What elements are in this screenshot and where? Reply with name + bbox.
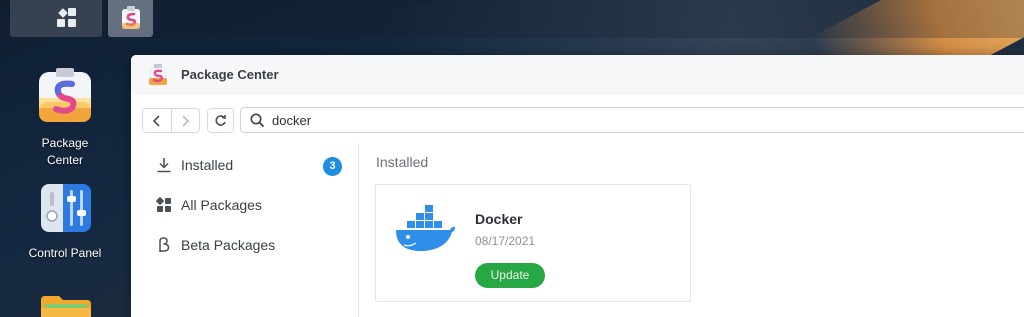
- toolbar: [131, 103, 1024, 133]
- control-panel-icon: [41, 184, 91, 232]
- sidebar-item-label: Beta Packages: [181, 237, 276, 253]
- chevron-left-icon: [152, 114, 160, 127]
- package-name: Docker: [475, 211, 523, 227]
- section-title: Installed: [376, 154, 429, 170]
- search-box[interactable]: [240, 107, 1024, 133]
- main-menu-button[interactable]: [10, 0, 102, 37]
- sidebar-item-label: Installed: [181, 157, 234, 173]
- grid-icon: [156, 197, 171, 212]
- installed-count-badge: 3: [323, 157, 342, 176]
- package-card-docker[interactable]: Docker 08/17/2021 Update: [375, 184, 691, 302]
- chevron-right-icon: [182, 114, 190, 127]
- window-title: Package Center: [181, 67, 279, 82]
- update-button[interactable]: Update: [475, 263, 545, 288]
- main-content: Installed Docker 08/17/2021 Update: [360, 143, 1024, 317]
- package-date: 08/17/2021: [475, 234, 536, 248]
- desktop-icon-label: Package Center: [41, 136, 89, 167]
- desktop-icon-package-center[interactable]: Package Center: [10, 68, 120, 169]
- sidebar-item-beta-packages[interactable]: Beta Packages: [131, 227, 359, 263]
- search-input[interactable]: [272, 112, 772, 129]
- history-nav: [142, 108, 200, 133]
- back-button[interactable]: [143, 109, 171, 132]
- search-icon: [250, 113, 265, 128]
- beta-icon: [159, 237, 170, 252]
- sidebar-item-label: All Packages: [181, 197, 262, 213]
- refresh-icon: [215, 115, 226, 126]
- sidebar-item-installed[interactable]: Installed 3: [131, 147, 359, 183]
- window-titlebar[interactable]: Package Center: [131, 55, 1024, 95]
- taskbar: [0, 0, 1024, 38]
- package-center-icon: [149, 64, 167, 85]
- package-center-icon: [122, 6, 140, 29]
- download-icon: [157, 158, 171, 173]
- folder-icon: [41, 296, 91, 317]
- desktop-icon-label: Control Panel: [28, 246, 102, 260]
- main-menu-icon: [57, 8, 77, 28]
- desktop-icon-file-station[interactable]: [10, 296, 120, 317]
- refresh-button[interactable]: [207, 108, 234, 133]
- docker-whale-icon: [396, 205, 455, 252]
- sidebar-item-all-packages[interactable]: All Packages: [131, 187, 359, 223]
- package-center-icon: [39, 68, 91, 122]
- sidebar: Installed 3 All Packages Beta Packages: [131, 143, 359, 317]
- desktop-icon-control-panel[interactable]: Control Panel: [10, 184, 120, 262]
- package-center-window: Package Center docker Installed 3 All Pa…: [131, 55, 1024, 317]
- forward-button[interactable]: [170, 109, 199, 132]
